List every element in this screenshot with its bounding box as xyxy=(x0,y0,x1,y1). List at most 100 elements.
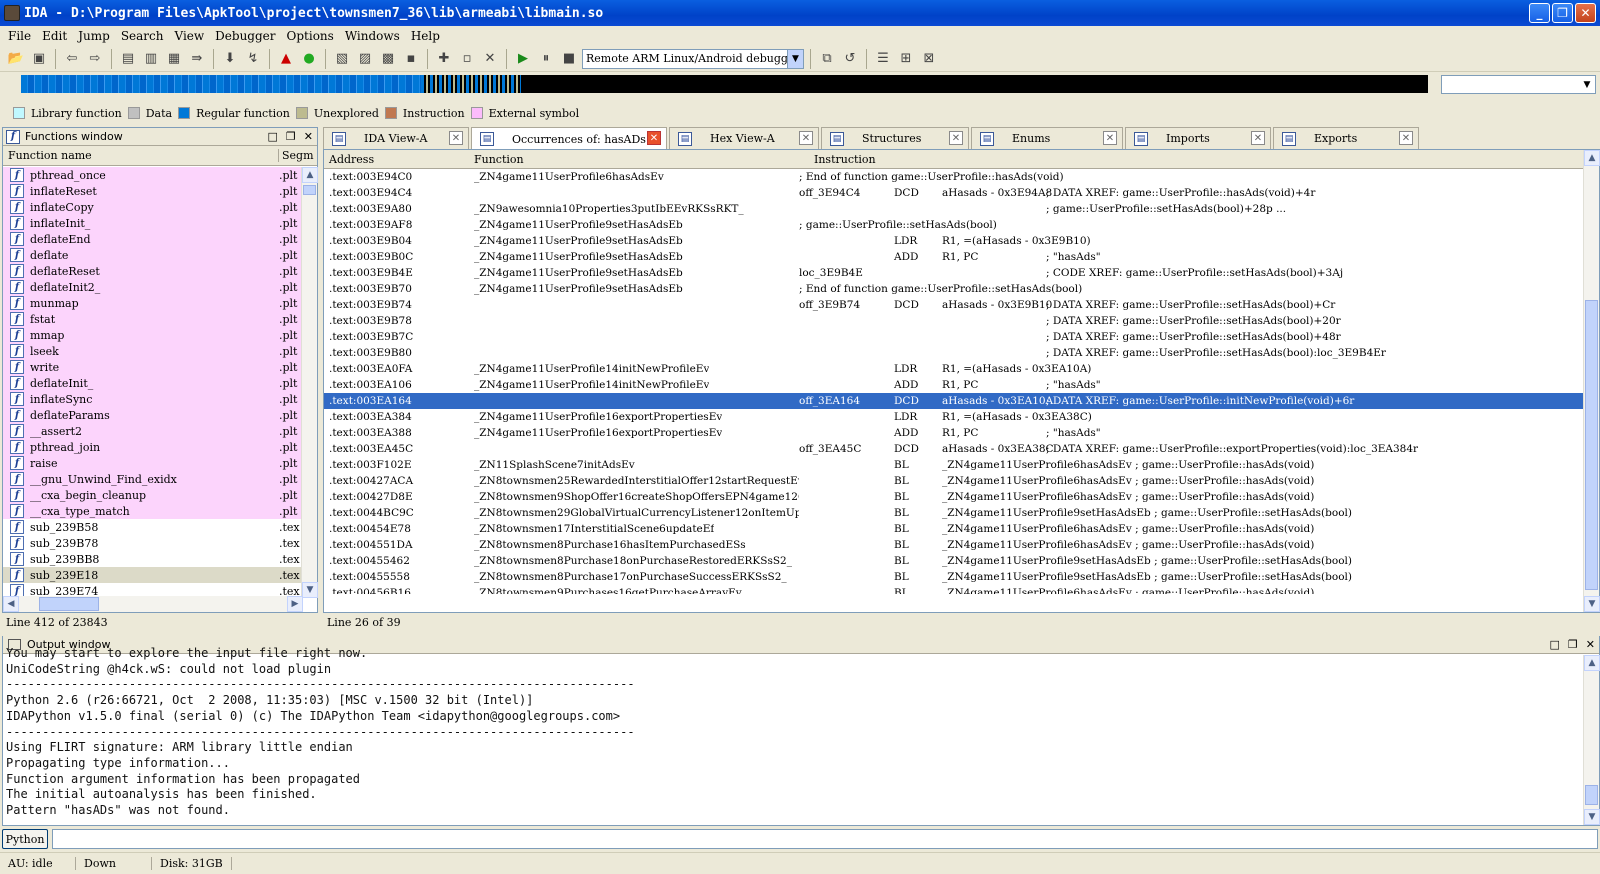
menu-jump[interactable]: Jump xyxy=(74,29,117,43)
occurrence-row[interactable]: .text:003E9B78 ; DATA XREF: game::UserPro… xyxy=(324,313,1584,329)
occurrences-list[interactable]: .text:003E94C0 _ZN4game11UserProfile6hasA… xyxy=(324,169,1584,594)
function-list-item[interactable]: f munmap .plt xyxy=(3,295,303,311)
scroll-left-icon[interactable]: ◀ xyxy=(3,596,19,612)
open-icon[interactable]: 📂 xyxy=(6,49,26,69)
search-text-icon[interactable]: ▤ xyxy=(118,49,138,69)
stop-debug-icon[interactable]: ■ xyxy=(559,49,579,69)
function-list-item[interactable]: f pthread_join .plt xyxy=(3,439,303,455)
panel-minimize-icon[interactable]: □ xyxy=(268,130,278,143)
panel-close-icon[interactable]: ✕ xyxy=(1586,638,1595,651)
function-list-item[interactable]: f deflateReset .plt xyxy=(3,263,303,279)
debugger-select[interactable]: Remote ARM Linux/Android debugger ▼ xyxy=(582,48,804,69)
function-list-item[interactable]: f deflateInit2_ .plt xyxy=(3,279,303,295)
tab-hex-view-a[interactable]: ▤ Hex View-A ✕ xyxy=(669,127,819,149)
data-icon[interactable]: ▨ xyxy=(355,49,375,69)
breakpoint-list-icon[interactable]: ☰ xyxy=(873,49,893,69)
scroll-down-icon[interactable]: ▼ xyxy=(1584,596,1600,612)
search-immediate-icon[interactable]: ▦ xyxy=(164,49,184,69)
function-list-item[interactable]: f sub_239BB8 .tex xyxy=(3,551,303,567)
function-list-item[interactable]: f __assert2 .plt xyxy=(3,423,303,439)
chevron-down-icon[interactable]: ▼ xyxy=(1579,76,1595,93)
navigation-combo[interactable]: ▼ xyxy=(1441,75,1596,94)
column-function-name[interactable]: Function name xyxy=(3,149,279,162)
close-button[interactable]: ✕ xyxy=(1575,3,1596,23)
menu-search[interactable]: Search xyxy=(117,29,171,43)
function-list-item[interactable]: f deflateParams .plt xyxy=(3,407,303,423)
occurrence-row[interactable]: .text:003E9B70 _ZN4game11UserProfile9setH… xyxy=(324,281,1584,297)
menu-options[interactable]: Options xyxy=(283,29,341,43)
output-log[interactable]: You may start to explore the input file … xyxy=(6,646,1581,814)
occurrence-row[interactable]: .text:003EA106 _ZN4game11UserProfile14ini… xyxy=(324,377,1584,393)
cli-language-button[interactable]: Python xyxy=(2,829,48,849)
remove-breakpoint-icon[interactable]: ⊠ xyxy=(919,49,939,69)
occurrence-row[interactable]: .text:0044BC9C _ZN8townsmen29GlobalVirtua… xyxy=(324,505,1584,521)
function-list-item[interactable]: f inflateInit_ .plt xyxy=(3,215,303,231)
tab-close-icon[interactable]: ✕ xyxy=(449,131,463,145)
save-icon[interactable]: ▣ xyxy=(29,49,49,69)
functions-list[interactable]: f pthread_once .plt f inflateReset .plt f infla… xyxy=(3,167,303,598)
occurrence-row[interactable]: .text:00456B16 _ZN8townsmen9Purchases16ge… xyxy=(324,585,1584,594)
tab-close-icon[interactable]: ✕ xyxy=(799,131,813,145)
function-list-item[interactable]: f __gnu_Unwind_Find_exidx .plt xyxy=(3,471,303,487)
tab-ida-view-a[interactable]: ▤ IDA View-A ✕ xyxy=(323,127,469,149)
green-circle-icon[interactable]: ● xyxy=(299,49,319,69)
occurrence-row[interactable]: .text:003E9B04 _ZN4game11UserProfile9setH… xyxy=(324,233,1584,249)
command-input[interactable] xyxy=(52,829,1598,849)
array-icon[interactable]: ▪ xyxy=(401,49,421,69)
tab-exports[interactable]: ▤ Exports ✕ xyxy=(1273,127,1419,149)
function-list-item[interactable]: f pthread_once .plt xyxy=(3,167,303,183)
panel-close-icon[interactable]: ✕ xyxy=(304,130,313,143)
occurrence-row[interactable]: .text:003F102E _ZN11SplashScene7initAdsEv… xyxy=(324,457,1584,473)
scroll-up-icon[interactable]: ▲ xyxy=(1584,150,1600,166)
undefine-icon[interactable]: ✚ xyxy=(434,49,454,69)
menu-debugger[interactable]: Debugger xyxy=(211,29,282,43)
occurrence-row[interactable]: .text:003E9B74 off_3E9B74 DCD aHasads - 0x3… xyxy=(324,297,1584,313)
column-address[interactable]: Address xyxy=(329,153,374,166)
code-icon[interactable]: ▧ xyxy=(332,49,352,69)
occurrence-row[interactable]: .text:003EA388 _ZN4game11UserProfile16exp… xyxy=(324,425,1584,441)
occurrence-row[interactable]: .text:003EA164 off_3EA164 DCD aHasads - 0x3… xyxy=(324,393,1584,409)
function-list-item[interactable]: f __cxa_begin_cleanup .plt xyxy=(3,487,303,503)
tab-close-icon[interactable]: ✕ xyxy=(949,131,963,145)
menu-edit[interactable]: Edit xyxy=(38,29,74,43)
function-list-item[interactable]: f write .plt xyxy=(3,359,303,375)
add-breakpoint-icon[interactable]: ⊞ xyxy=(896,49,916,69)
search-binary-icon[interactable]: ▥ xyxy=(141,49,161,69)
menu-help[interactable]: Help xyxy=(407,29,447,43)
occurrence-row[interactable]: .text:00454E78 _ZN8townsmen17Interstitial… xyxy=(324,521,1584,537)
occurrence-row[interactable]: .text:003E9B7C ; DATA XREF: game::UserPro… xyxy=(324,329,1584,345)
tab-close-icon[interactable]: ✕ xyxy=(1251,131,1265,145)
function-list-item[interactable]: f inflateCopy .plt xyxy=(3,199,303,215)
panel-float-icon[interactable]: ❐ xyxy=(286,130,296,143)
start-debug-icon[interactable]: ▶ xyxy=(513,49,533,69)
forward-icon[interactable]: ⇨ xyxy=(85,49,105,69)
functions-vscrollbar[interactable]: ▲ ▼ xyxy=(301,167,318,598)
chevron-down-icon[interactable]: ▼ xyxy=(787,49,803,68)
delete-icon[interactable]: ✕ xyxy=(480,49,500,69)
scroll-down-icon[interactable]: ▼ xyxy=(1584,809,1600,825)
function-list-item[interactable]: f raise .plt xyxy=(3,455,303,471)
tab-enums[interactable]: ▤ Enums ✕ xyxy=(971,127,1123,149)
occurrence-row[interactable]: .text:00427ACA _ZN8townsmen25RewardedInte… xyxy=(324,473,1584,489)
jump-address-icon[interactable]: ↯ xyxy=(243,49,263,69)
occurrence-row[interactable]: .text:00427D8E _ZN8townsmen9ShopOffer16cr… xyxy=(324,489,1584,505)
column-segment[interactable]: Segm xyxy=(279,149,314,162)
ida-app-icon[interactable] xyxy=(4,5,20,21)
function-list-item[interactable]: f mmap .plt xyxy=(3,327,303,343)
menu-windows[interactable]: Windows xyxy=(341,29,407,43)
jump-down-icon[interactable]: ⬇ xyxy=(220,49,240,69)
tab-occurrences-of-hasads[interactable]: ▤ Occurrences of: hasADs ✕ xyxy=(471,127,667,150)
function-list-item[interactable]: f lseek .plt xyxy=(3,343,303,359)
tab-close-icon[interactable]: ✕ xyxy=(647,131,661,145)
tab-close-icon[interactable]: ✕ xyxy=(1103,131,1117,145)
menu-file[interactable]: File xyxy=(4,29,38,43)
scroll-down-icon[interactable]: ▼ xyxy=(302,582,318,598)
tab-structures[interactable]: ▤ Structures ✕ xyxy=(821,127,969,149)
search-next-icon[interactable]: ⇛ xyxy=(187,49,207,69)
function-list-item[interactable]: f inflateReset .plt xyxy=(3,183,303,199)
navigation-strip[interactable] xyxy=(21,75,1428,93)
occurrence-row[interactable]: .text:003E94C0 _ZN4game11UserProfile6hasA… xyxy=(324,169,1584,185)
scroll-up-icon[interactable]: ▲ xyxy=(302,167,318,183)
function-list-item[interactable]: f fstat .plt xyxy=(3,311,303,327)
string-icon[interactable]: ▩ xyxy=(378,49,398,69)
